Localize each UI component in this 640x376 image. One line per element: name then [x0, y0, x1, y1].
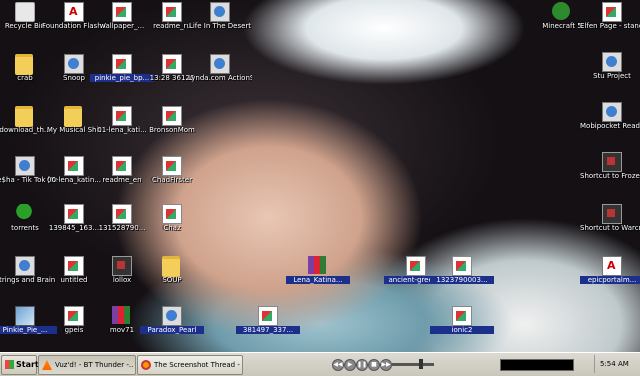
media-player-controls: ◀◀ ▶ ❚❚ ■ ▶▶: [332, 357, 450, 372]
desktop: Recycle Bin Foundation Flash CS5 Fo... w…: [0, 0, 640, 352]
program-icon: [162, 306, 182, 326]
desktop-icon-file-132379[interactable]: 1323790003...: [430, 254, 494, 298]
desktop-icon-lynda[interactable]: Lynda.com ActionScrip...: [188, 52, 252, 96]
desktop-icon-mobipocket[interactable]: Mobipocket Reader: [580, 100, 640, 144]
archive-icon: [112, 306, 130, 324]
image-file-icon: [112, 204, 132, 224]
image-file-icon: [452, 306, 472, 326]
archive-icon: [308, 256, 326, 274]
image-file-icon: [64, 204, 84, 224]
image-file-icon: [258, 306, 278, 326]
volume-knob[interactable]: [419, 359, 424, 369]
folder-icon: [15, 54, 33, 75]
next-icon[interactable]: ▶▶: [380, 359, 392, 371]
desktop-icon-stu-project[interactable]: Stu Project: [580, 50, 640, 94]
pdf-file-icon: [64, 2, 84, 22]
desktop-icon-paradox-pearl[interactable]: Paradox_Pearl: [140, 304, 204, 348]
desktop-icon-warcraft[interactable]: Shortcut to Warcraft III: [580, 202, 640, 246]
shortcut-icon: [602, 152, 622, 172]
stop-icon[interactable]: ■: [368, 359, 380, 371]
desktop-icon-file-381497[interactable]: 381497_337...: [236, 304, 300, 348]
program-icon: [602, 52, 622, 72]
taskbar-button-screenshot-thread[interactable]: The Screenshot Thread -...: [137, 355, 243, 375]
desktop-icon-chadfirster[interactable]: ChadFirster: [140, 154, 204, 198]
pdf-file-icon: [602, 256, 622, 276]
program-icon: [64, 54, 84, 74]
image-file-icon: [406, 256, 426, 276]
image-file-icon: [162, 156, 182, 176]
text-file-icon: [64, 256, 84, 276]
clock: 5:54 AM: [600, 360, 629, 368]
web-page-icon: [602, 2, 622, 22]
image-file-icon: [112, 2, 132, 22]
image-file-icon: [15, 306, 35, 326]
folder-icon: [64, 106, 82, 127]
pause-icon[interactable]: ❚❚: [356, 359, 368, 371]
image-file-icon: [112, 54, 132, 74]
image-file-icon: [162, 204, 182, 224]
taskbar: Start Vuz'd! - BT Thunder -... The Scree…: [0, 352, 640, 376]
shortcut-icon: [602, 204, 622, 224]
program-icon: [15, 256, 35, 276]
start-button[interactable]: Start: [1, 355, 39, 375]
audio-file-icon: [64, 156, 84, 176]
desktop-icon-frozen-throne[interactable]: Shortcut to Frozen Throne: [580, 150, 640, 194]
program-icon: [15, 156, 35, 176]
desktop-icon-soup[interactable]: SOUP: [140, 254, 204, 298]
play-icon[interactable]: ▶: [344, 359, 356, 371]
text-file-icon: [112, 156, 132, 176]
desktop-icon-elfen-page[interactable]: Elfen Page - stand up su...: [580, 0, 640, 44]
shortcut-icon: [112, 256, 132, 276]
minecraft-icon: [552, 2, 570, 20]
recycle-bin-icon: [15, 2, 35, 22]
volume-slider[interactable]: [392, 363, 434, 366]
image-file-icon: [162, 106, 182, 126]
firefox-icon: [141, 360, 151, 370]
desktop-icon-ionic2[interactable]: ionic2: [430, 304, 494, 348]
folder-icon: [15, 106, 33, 127]
taskbar-button-bt-thunder[interactable]: Vuz'd! - BT Thunder -...: [38, 355, 136, 375]
tree-icon: [15, 204, 33, 222]
previous-icon[interactable]: ◀◀: [332, 359, 344, 371]
desktop-icon-epicportal[interactable]: epicportalm...: [580, 254, 640, 298]
tray-divider: [594, 355, 595, 373]
text-file-icon: [64, 306, 84, 326]
program-icon: [210, 2, 230, 22]
desktop-icon-life-in-the-desert[interactable]: Life In The Desert: [188, 0, 252, 44]
audio-file-icon: [112, 106, 132, 126]
image-file-icon: [452, 256, 472, 276]
image-file-icon: [162, 54, 182, 74]
folder-icon: [162, 256, 180, 277]
text-file-icon: [162, 2, 182, 22]
program-icon: [210, 54, 230, 74]
download-progress-bar: [500, 359, 574, 371]
desktop-icon-lena-katina-rar[interactable]: Lena_Katina...: [286, 254, 350, 298]
desktop-icon-chaz[interactable]: Chaz: [140, 202, 204, 246]
windows-flag-icon: [5, 360, 14, 369]
desktop-icon-bronsonmom[interactable]: BronsonMom: [140, 104, 204, 148]
program-icon: [602, 102, 622, 122]
vlc-cone-icon: [42, 360, 52, 370]
